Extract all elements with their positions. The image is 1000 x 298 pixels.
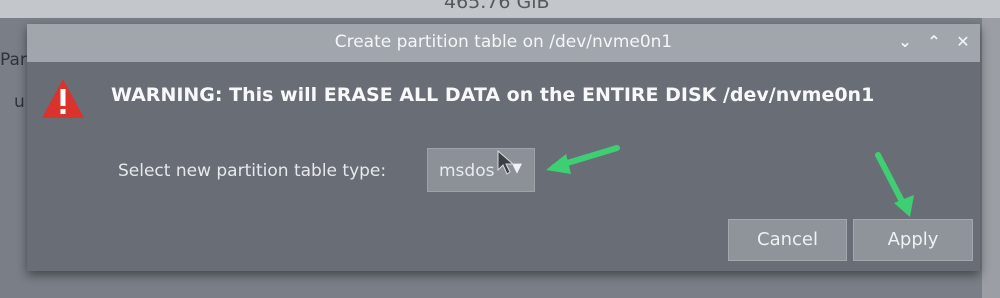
partition-table-type-value: msdos [439,161,495,181]
disk-capacity-text: 465.76 GiB [444,0,550,13]
partition-table-type-label: Select new partition table type: [118,161,387,181]
apply-button[interactable]: Apply [853,219,973,261]
maximize-icon[interactable]: ⌃ [924,31,944,53]
warning-triangle-icon [42,79,84,118]
dialog-titlebar[interactable]: Create partition table on /dev/nvme0n1 ⌄… [27,24,980,62]
minimize-icon[interactable]: ⌄ [895,31,915,53]
background-partition-label: Par [0,50,27,70]
partition-table-type-select[interactable]: msdos ▼ [427,148,535,192]
dialog-title: Create partition table on /dev/nvme0n1 [334,32,673,52]
create-partition-table-dialog: Create partition table on /dev/nvme0n1 ⌄… [27,24,980,271]
cancel-button[interactable]: Cancel [728,219,847,261]
background-partition-label-2: u [14,92,25,112]
background-right-panel [982,18,1000,298]
warning-message: WARNING: This will ERASE ALL DATA on the… [111,84,875,106]
close-icon[interactable]: ✕ [953,31,973,53]
background-header-strip: 465.76 GiB [0,0,1000,18]
mouse-pointer-icon [497,150,515,175]
